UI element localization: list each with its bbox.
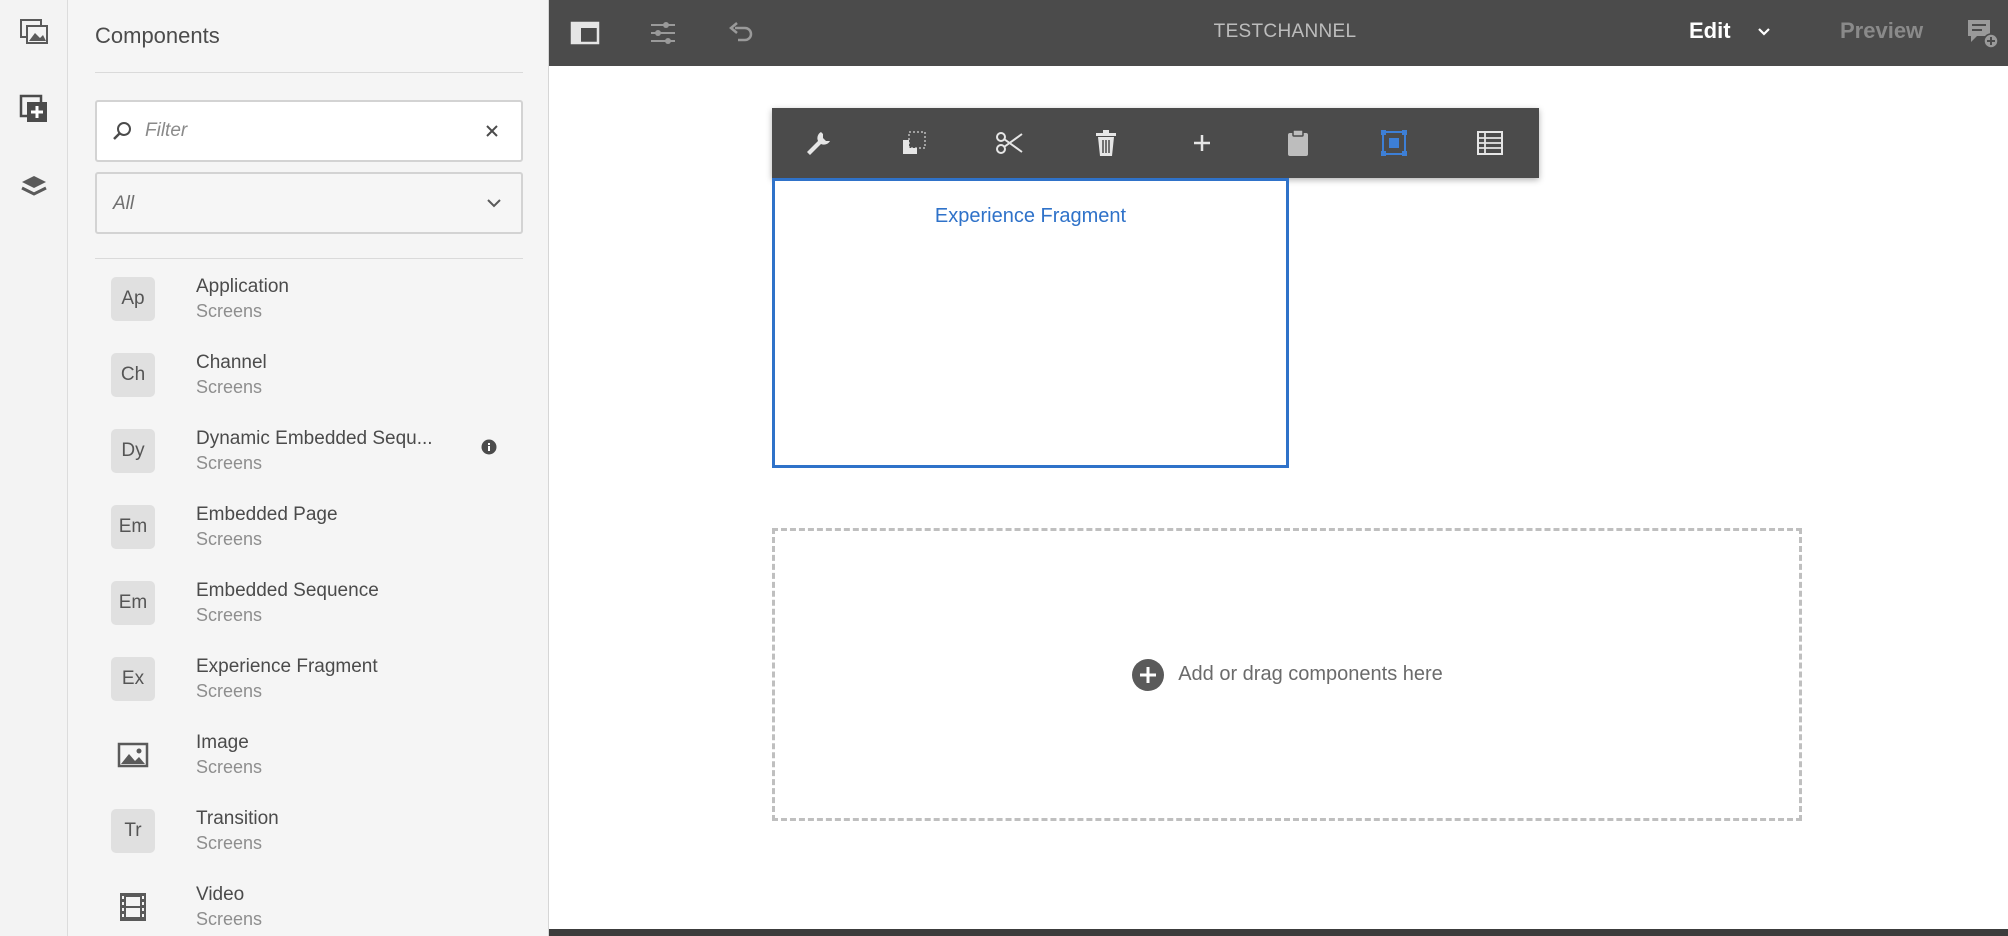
component-name: Experience Fragment	[196, 656, 378, 677]
component-name: Dynamic Embedded Sequ...	[196, 428, 433, 449]
list-item[interactable]: Ap Application Screens	[95, 266, 523, 342]
component-edit-toolbar	[772, 108, 1539, 178]
clipboard-icon	[1288, 129, 1308, 156]
component-list: Ap Application Screens Ch Channel Screen…	[95, 266, 523, 936]
select-parent-button[interactable]	[1374, 124, 1414, 162]
insert-component-button[interactable]	[1182, 124, 1222, 162]
editor-canvas[interactable]: Experience Fragment Add or drag componen…	[549, 66, 2008, 930]
component-name: Application	[196, 276, 289, 297]
configure-button[interactable]	[798, 124, 838, 162]
layers-icon	[21, 176, 47, 196]
assets-icon	[20, 19, 48, 44]
component-dropzone[interactable]: Add or drag components here	[772, 528, 1802, 821]
chevron-down-icon	[487, 199, 501, 208]
search-icon	[113, 122, 131, 140]
chevron-down-icon[interactable]	[1756, 26, 1772, 38]
component-name: Transition	[196, 808, 279, 829]
delete-button[interactable]	[1086, 124, 1126, 162]
component-group: Screens	[196, 909, 263, 929]
component-name: Channel	[196, 352, 267, 373]
component-group: Screens	[196, 757, 263, 777]
plus-icon	[1194, 135, 1210, 151]
component-group: Screens	[196, 529, 263, 549]
content-tree-rail-button[interactable]	[10, 163, 58, 211]
divider	[95, 258, 523, 259]
experience-fragment-label: Experience Fragment	[934, 205, 1127, 227]
divider	[95, 72, 523, 73]
filter-input[interactable]	[145, 120, 465, 142]
select-parent-icon	[1381, 130, 1407, 156]
annotate-icon[interactable]	[1965, 16, 1999, 50]
info-icon[interactable]	[481, 439, 497, 455]
component-name: Embedded Sequence	[196, 580, 379, 601]
component-badge: Ex	[111, 657, 155, 701]
clear-icon[interactable]	[481, 120, 503, 142]
video-icon	[120, 893, 146, 921]
list-item[interactable]: Video Screens	[95, 874, 523, 936]
list-item[interactable]: Dy Dynamic Embedded Sequ... Screens	[95, 418, 523, 494]
component-group: Screens	[196, 681, 263, 701]
image-icon	[117, 742, 149, 768]
component-badge: Em	[111, 581, 155, 625]
component-group: Screens	[196, 833, 263, 853]
cut-button[interactable]	[990, 124, 1030, 162]
component-badge: Em	[111, 505, 155, 549]
component-name: Image	[196, 732, 249, 753]
list-item[interactable]: Em Embedded Sequence Screens	[95, 570, 523, 646]
wrench-icon	[807, 132, 830, 155]
bottom-bar	[549, 929, 2008, 936]
dropzone-text: Add or drag components here	[1178, 663, 1443, 685]
component-group: Screens	[196, 453, 263, 473]
side-rail	[0, 0, 68, 936]
page-title: TESTCHANNEL	[1213, 21, 1357, 42]
component-badge: Ch	[111, 353, 155, 397]
component-group: Screens	[196, 377, 263, 397]
components-panel: Components All Ap Application Screens Ch…	[68, 0, 549, 936]
component-group: Screens	[196, 301, 263, 321]
components-rail-button[interactable]	[10, 85, 58, 133]
component-badge: Ap	[111, 277, 155, 321]
paste-button[interactable]	[1278, 124, 1318, 162]
list-item[interactable]: Ch Channel Screens	[95, 342, 523, 418]
layout-button[interactable]	[1470, 124, 1510, 162]
table-icon	[1477, 131, 1503, 155]
top-toolbar: TESTCHANNEL Edit Preview	[549, 0, 2008, 66]
components-icon	[19, 94, 47, 122]
component-badge: Tr	[111, 809, 155, 853]
copy-icon	[903, 131, 926, 154]
list-item[interactable]: Ex Experience Fragment Screens	[95, 646, 523, 722]
component-badge: Dy	[111, 429, 155, 473]
experience-fragment-component[interactable]: Experience Fragment	[772, 178, 1289, 468]
component-name: Embedded Page	[196, 504, 338, 525]
scissors-icon	[996, 132, 1023, 154]
preview-button[interactable]: Preview	[1840, 18, 1923, 44]
component-group: Screens	[196, 605, 263, 625]
assets-rail-button[interactable]	[10, 8, 58, 56]
dropzone-content: Add or drag components here	[775, 531, 1799, 818]
add-circle-icon	[1132, 658, 1165, 691]
list-item[interactable]: Image Screens	[95, 722, 523, 798]
group-select[interactable]: All	[95, 172, 523, 234]
edit-mode-button[interactable]: Edit	[1689, 18, 1731, 44]
trash-icon	[1096, 130, 1116, 156]
component-name: Video	[196, 884, 245, 905]
copy-button[interactable]	[894, 124, 934, 162]
filter-field[interactable]	[95, 100, 523, 162]
list-item[interactable]: Tr Transition Screens	[95, 798, 523, 874]
list-item[interactable]: Em Embedded Page Screens	[95, 494, 523, 570]
panel-title: Components	[95, 23, 220, 48]
group-select-value: All	[113, 193, 135, 214]
